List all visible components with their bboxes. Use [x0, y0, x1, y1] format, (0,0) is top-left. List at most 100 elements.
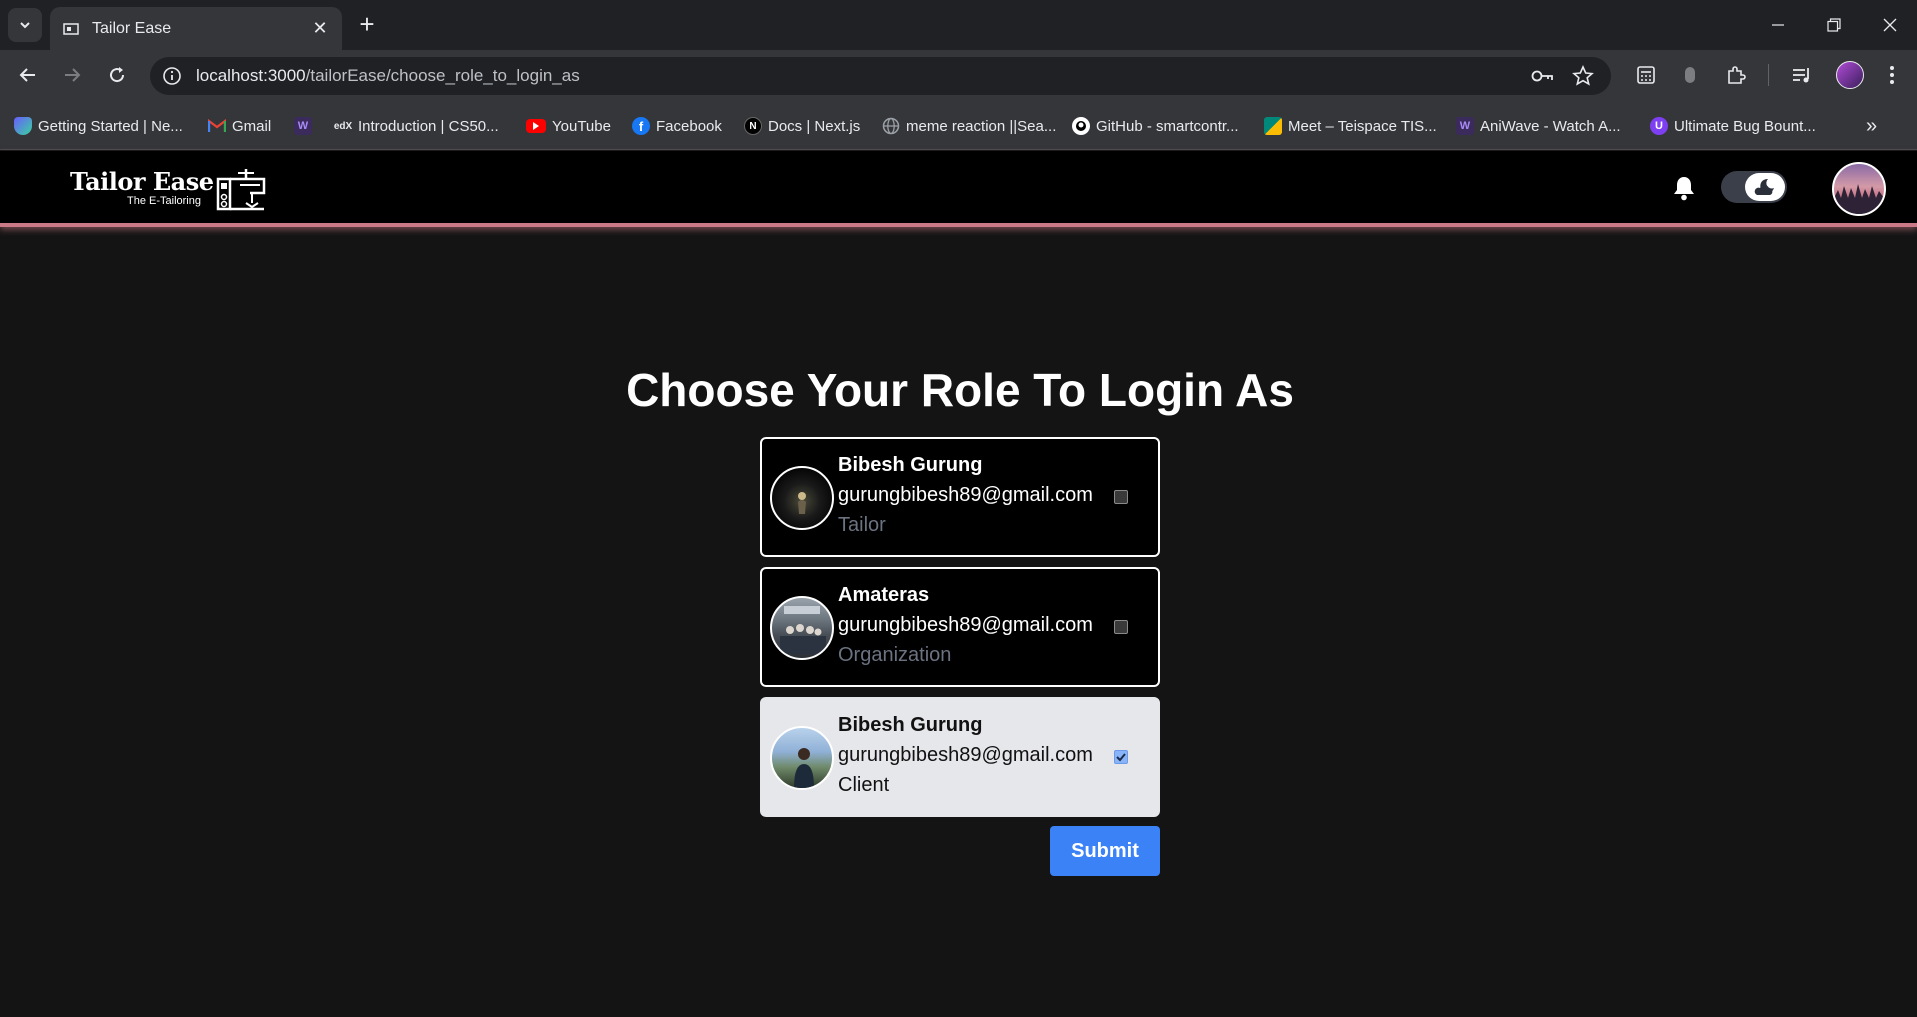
globe-icon	[882, 117, 900, 135]
address-bar[interactable]: localhost:3000/tailorEase/choose_role_to…	[150, 57, 1611, 95]
avatar	[770, 726, 834, 790]
browser-toolbar: localhost:3000/tailorEase/choose_role_to…	[0, 50, 1917, 100]
role-checkbox[interactable]	[1114, 620, 1128, 634]
minimize-icon	[1772, 24, 1784, 26]
menu-kebab-icon[interactable]	[1880, 63, 1904, 87]
edx-icon: edX	[333, 120, 353, 132]
sewing-machine-icon	[216, 169, 266, 211]
bookmarks-bar: Getting Started | Ne... Gmail W edX Intr…	[0, 100, 1917, 150]
role-card-organization[interactable]: Amateras gurungbibesh89@gmail.com Organi…	[760, 567, 1160, 687]
theme-toggle[interactable]	[1721, 171, 1787, 203]
url-host: localhost:3000	[196, 66, 306, 85]
role-user-email: gurungbibesh89@gmail.com	[838, 744, 1093, 766]
bookmark-label: Gmail	[232, 117, 272, 135]
youtube-icon	[526, 119, 546, 133]
role-user-name: Bibesh Gurung	[838, 714, 983, 736]
person-silhouette-icon	[798, 492, 806, 514]
role-user-email: gurungbibesh89@gmail.com	[838, 614, 1093, 636]
role-type-label: Tailor	[838, 514, 886, 536]
role-card-tailor[interactable]: Bibesh Gurung gurungbibesh89@gmail.com T…	[760, 437, 1160, 557]
bookmark-label: YouTube	[552, 117, 611, 135]
bookmark-bug-bounty[interactable]: U Ultimate Bug Bount...	[1650, 115, 1816, 137]
reload-icon	[110, 67, 125, 83]
bookmark-label: Meet – Teispace TIS...	[1288, 117, 1437, 135]
bookmark-label: Introduction | CS50...	[358, 117, 499, 135]
role-type-label: Client	[838, 774, 890, 796]
avatar	[770, 466, 834, 530]
bookmark-gmail[interactable]: Gmail	[208, 115, 271, 137]
bookmarks-overflow-icon[interactable]: »	[1866, 115, 1877, 137]
group-photo-image	[780, 606, 826, 654]
bookmark-cs50[interactable]: edX Introduction | CS50...	[334, 115, 499, 137]
tailor-favicon-icon	[63, 22, 79, 35]
role-type-label: Organization	[838, 644, 952, 666]
minimize-button[interactable]	[1750, 0, 1806, 50]
bookmark-label: Docs | Next.js	[768, 117, 861, 135]
close-icon	[1883, 18, 1897, 32]
bookmark-label: Facebook	[656, 117, 722, 135]
toggle-knob	[1745, 173, 1785, 201]
logo-subtitle: The E-Tailoring	[127, 195, 201, 207]
arrow-left-icon	[19, 68, 35, 82]
address-url[interactable]: localhost:3000/tailorEase/choose_role_to…	[196, 66, 580, 86]
bookmark-github[interactable]: GitHub - smartcontr...	[1072, 115, 1239, 137]
gmail-icon	[208, 117, 226, 135]
forward-button[interactable]	[56, 60, 88, 90]
new-tab-button[interactable]: +	[352, 10, 382, 40]
person-photo-image	[794, 748, 814, 788]
bookmark-nextjs[interactable]: N Docs | Next.js	[744, 115, 860, 137]
reload-button[interactable]	[101, 60, 133, 90]
bookmark-getting-started[interactable]: Getting Started | Ne...	[14, 115, 183, 137]
browser-tab-active[interactable]: Tailor Ease ✕	[50, 7, 342, 50]
forest-avatar-image	[1834, 184, 1884, 214]
bookmark-meme[interactable]: meme reaction ||Sea...	[882, 115, 1056, 137]
star-icon[interactable]	[1572, 65, 1594, 92]
tab-search-button[interactable]	[8, 8, 42, 42]
app-header: Tailor Ease The E-Tailoring	[0, 151, 1917, 227]
w-purple-icon: W	[294, 117, 312, 135]
restore-button[interactable]	[1806, 0, 1862, 50]
logo[interactable]: Tailor Ease The E-Tailoring	[70, 165, 266, 213]
extensions-icon[interactable]	[1724, 63, 1748, 87]
browser-tabbar: Tailor Ease ✕ +	[0, 0, 1917, 50]
mouse-extension-icon[interactable]	[1678, 63, 1702, 87]
moon-cloud-icon	[1754, 178, 1774, 195]
profile-avatar-icon[interactable]	[1836, 61, 1864, 89]
bookmark-facebook[interactable]: f Facebook	[632, 115, 722, 137]
close-tab-icon[interactable]: ✕	[310, 18, 330, 39]
shield-gradient-icon	[14, 117, 32, 135]
bookmark-label: meme reaction ||Sea...	[906, 117, 1057, 135]
user-avatar[interactable]	[1832, 162, 1886, 216]
bookmark-meet[interactable]: Meet – Teispace TIS...	[1264, 115, 1437, 137]
close-window-button[interactable]	[1862, 0, 1917, 50]
facebook-icon: f	[632, 117, 650, 135]
bookmark-label: GitHub - smartcontr...	[1096, 117, 1239, 135]
bookmark-w[interactable]: W	[294, 115, 318, 137]
key-icon[interactable]	[1530, 65, 1554, 92]
role-checkbox[interactable]	[1114, 750, 1128, 764]
nextjs-icon: N	[744, 117, 762, 135]
arrow-right-icon	[65, 68, 81, 82]
avatar	[770, 596, 834, 660]
page-title: Choose Your Role To Login As	[626, 364, 1294, 416]
submit-button[interactable]: Submit	[1050, 826, 1160, 876]
checkmark-icon	[1116, 753, 1126, 762]
toolbar-divider	[1768, 64, 1769, 86]
meet-icon	[1264, 117, 1282, 135]
media-controls-icon[interactable]	[1790, 63, 1814, 87]
notification-bell-icon[interactable]	[1672, 175, 1696, 206]
site-info-icon[interactable]	[162, 66, 182, 91]
calculator-extension-icon[interactable]	[1634, 63, 1658, 87]
role-user-name: Amateras	[838, 584, 930, 606]
restore-icon	[1827, 18, 1841, 32]
url-path: /tailorEase/choose_role_to_login_as	[305, 66, 580, 85]
tab-title: Tailor Ease	[92, 19, 172, 37]
bug-bounty-icon: U	[1650, 117, 1668, 135]
back-button[interactable]	[12, 60, 44, 90]
role-user-name: Bibesh Gurung	[838, 454, 983, 476]
role-checkbox[interactable]	[1114, 490, 1128, 504]
role-card-client[interactable]: Bibesh Gurung gurungbibesh89@gmail.com C…	[760, 697, 1160, 817]
bookmark-aniwave[interactable]: W AniWave - Watch A...	[1456, 115, 1621, 137]
github-icon	[1072, 117, 1090, 135]
bookmark-youtube[interactable]: YouTube	[526, 115, 611, 137]
